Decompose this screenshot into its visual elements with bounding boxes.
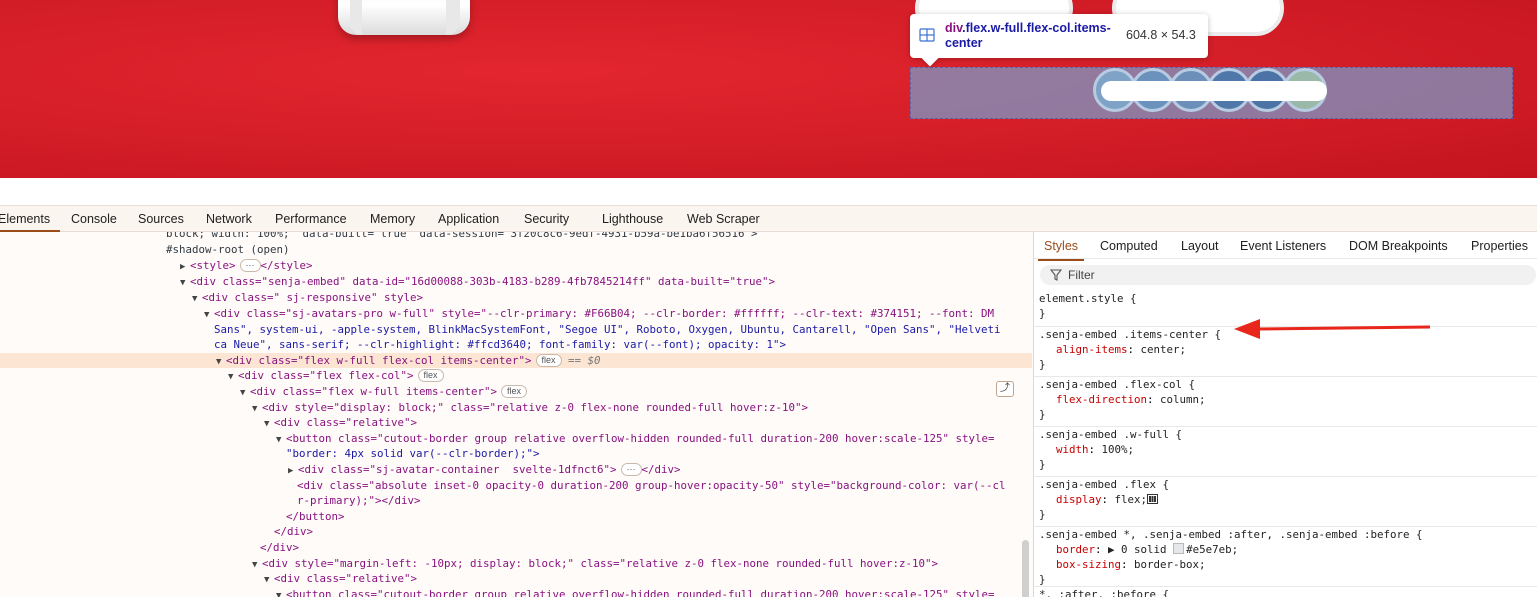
tree-line[interactable]: ▼ <div style="margin-left: -10px; display… bbox=[0, 556, 1032, 572]
flex-badge[interactable]: flex bbox=[535, 353, 562, 367]
tooltip-selector: div.flex.w-full.flex-col.items-center bbox=[945, 21, 1115, 51]
tree-line[interactable]: ▶ <div class="sj-avatar-container svelte-… bbox=[0, 462, 1032, 478]
flex-badge[interactable]: flex bbox=[501, 385, 528, 398]
css-rule-flex-col[interactable]: .senja-embed .flex-col { flex-direction:… bbox=[1034, 377, 1537, 427]
subtab-properties[interactable]: Properties bbox=[1471, 239, 1528, 253]
inspector-tooltip: div.flex.w-full.flex-col.items-center 60… bbox=[910, 14, 1208, 58]
tab-application[interactable]: Application bbox=[438, 212, 499, 226]
avatar-row bbox=[1093, 68, 1333, 114]
ellipsis-badge[interactable]: ··· bbox=[620, 463, 642, 476]
tree-line[interactable]: Sans", system-ui, -apple-system, BlinkMa… bbox=[0, 322, 1032, 338]
devtools-tabbar: Elements Console Sources Network Perform… bbox=[0, 205, 1537, 232]
tab-network[interactable]: Network bbox=[206, 212, 252, 226]
tree-line[interactable]: ▼ <div class="flex w-full items-center"> f… bbox=[0, 384, 1032, 400]
color-swatch[interactable] bbox=[1173, 543, 1185, 554]
css-property[interactable]: align-items: center; bbox=[1039, 342, 1537, 357]
filter-funnel-icon bbox=[1050, 269, 1062, 281]
avatar-redaction-bar bbox=[1101, 81, 1327, 101]
tab-performance[interactable]: Performance bbox=[275, 212, 347, 226]
elements-scrollbar[interactable] bbox=[1022, 540, 1029, 597]
subtab-layout[interactable]: Layout bbox=[1181, 239, 1219, 253]
css-rule-w-full[interactable]: .senja-embed .w-full { width: 100%; } bbox=[1034, 427, 1537, 477]
product-image bbox=[338, 0, 470, 35]
styles-subtabs: Styles Computed Layout Event Listeners D… bbox=[1034, 232, 1537, 261]
tree-line[interactable]: ▼ <div class="senja-embed" data-id="16d00… bbox=[0, 274, 1032, 290]
subtab-styles[interactable]: Styles bbox=[1037, 239, 1085, 261]
tree-line[interactable]: </button> bbox=[0, 509, 1032, 525]
tree-line[interactable]: ▼ <div class="relative"> bbox=[0, 571, 1032, 587]
css-property[interactable]: border: ▶ 0 solid #e5e7eb; bbox=[1039, 542, 1537, 557]
grid-layout-icon bbox=[919, 28, 935, 42]
tab-console[interactable]: Console bbox=[71, 212, 117, 226]
selected-node-marker: == $0 bbox=[568, 353, 601, 367]
tree-line[interactable]: ▼ <div class=" sj-responsive" style> bbox=[0, 290, 1032, 306]
filter-placeholder: Filter bbox=[1068, 268, 1095, 282]
tree-line[interactable]: ▼ <button class="cutout-border group rela… bbox=[0, 587, 1032, 597]
tree-line-selected[interactable]: ▼ <div class="flex w-full flex-col items-… bbox=[0, 352, 1032, 369]
tree-line[interactable]: r-primary);"></div> bbox=[0, 493, 1032, 509]
tooltip-classes: .flex.w-full.flex-col.items-center bbox=[945, 21, 1111, 50]
tree-line[interactable]: "border: 4px solid var(--clr-border);"> bbox=[0, 446, 1032, 462]
tooltip-tag: div bbox=[945, 21, 963, 35]
page-viewport: div.flex.w-full.flex-col.items-center 60… bbox=[0, 0, 1537, 205]
css-property[interactable]: box-sizing: border-box; bbox=[1039, 557, 1537, 572]
tab-web-scraper[interactable]: Web Scraper bbox=[687, 212, 760, 226]
css-property[interactable]: width: 100%; bbox=[1039, 442, 1537, 457]
css-rule-universal[interactable]: .senja-embed *, .senja-embed :after, .se… bbox=[1034, 527, 1537, 587]
subtab-event-listeners[interactable]: Event Listeners bbox=[1240, 239, 1326, 253]
tree-line[interactable]: ▼ <button class="cutout-border group rela… bbox=[0, 431, 1032, 447]
ellipsis-badge[interactable]: ··· bbox=[239, 259, 261, 272]
styles-filter-input[interactable]: Filter bbox=[1040, 265, 1536, 285]
tree-line[interactable]: block; width: 100%;" data-built="true" d… bbox=[0, 232, 1032, 242]
tree-line[interactable]: </div> bbox=[0, 524, 1032, 540]
styles-pane: Styles Computed Layout Event Listeners D… bbox=[1033, 232, 1537, 597]
css-property[interactable]: flex-direction: column; bbox=[1039, 392, 1537, 407]
tree-line[interactable]: <div class="absolute inset-0 opacity-0 d… bbox=[0, 478, 1032, 494]
tree-line[interactable]: ▼ <div class="relative"> bbox=[0, 415, 1032, 431]
tree-line[interactable]: #shadow-root (open) bbox=[0, 242, 1032, 258]
tree-line[interactable]: ▶ <style> ··· </style> bbox=[0, 258, 1032, 274]
css-rule-flex[interactable]: .senja-embed .flex { display: flex; } bbox=[1034, 477, 1537, 527]
tooltip-size: 604.8 × 54.3 bbox=[1126, 28, 1196, 42]
subtab-computed[interactable]: Computed bbox=[1100, 239, 1158, 253]
tab-security[interactable]: Security bbox=[524, 212, 569, 226]
scroll-into-view-icon[interactable]: ⤴ bbox=[996, 381, 1014, 397]
tab-elements[interactable]: Elements bbox=[0, 212, 61, 232]
collapse-triangle-icon[interactable]: ▼ bbox=[276, 589, 286, 597]
tree-line[interactable]: ▼ <div class="sj-avatars-pro w-full" styl… bbox=[0, 306, 1032, 322]
tab-lighthouse[interactable]: Lighthouse bbox=[602, 212, 663, 226]
elements-tree[interactable]: block; width: 100%;" data-built="true" d… bbox=[0, 232, 1032, 597]
tree-line[interactable]: ▼ <div class="flex flex-col"> flex bbox=[0, 368, 1032, 384]
subtab-dom-breakpoints[interactable]: DOM Breakpoints bbox=[1349, 239, 1448, 253]
css-property[interactable]: display: flex; bbox=[1039, 492, 1537, 507]
tab-memory[interactable]: Memory bbox=[370, 212, 415, 226]
css-rule-pseudo[interactable]: *, :after, :before { bbox=[1034, 587, 1537, 597]
devtools-panel: Elements Console Sources Network Perform… bbox=[0, 205, 1537, 597]
tree-line[interactable]: ▼ <div style="display: block;" class="rel… bbox=[0, 400, 1032, 416]
tab-sources[interactable]: Sources bbox=[138, 212, 184, 226]
tree-line[interactable]: ca Neue", sans-serif; --clr-highlight: #… bbox=[0, 337, 1032, 353]
annotation-arrow-icon bbox=[1234, 319, 1431, 339]
flex-badge[interactable]: flex bbox=[417, 369, 444, 383]
flexbox-editor-icon[interactable] bbox=[1147, 494, 1159, 504]
tree-line[interactable]: </div> bbox=[0, 540, 1032, 556]
